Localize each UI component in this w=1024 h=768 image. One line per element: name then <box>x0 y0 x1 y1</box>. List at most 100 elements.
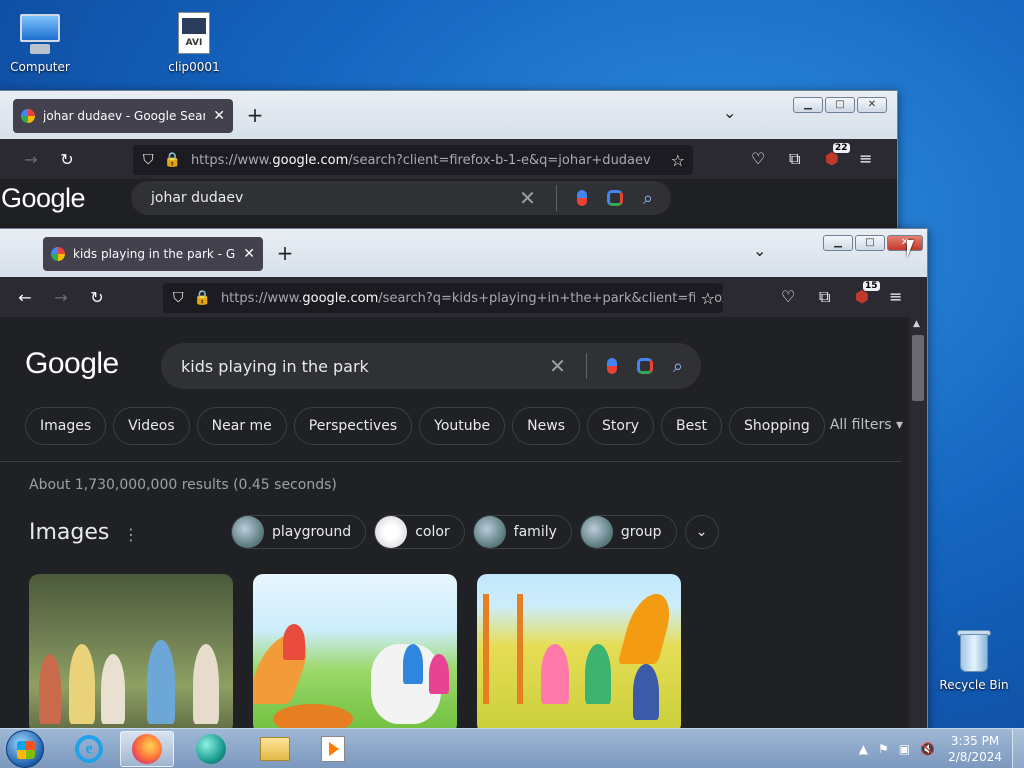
taskbar-media-player[interactable] <box>306 731 360 767</box>
tab-kids-playing[interactable]: kids playing in the park - Google Search… <box>43 237 263 271</box>
tab-johar-dudaev[interactable]: johar dudaev - Google Search ✕ <box>13 99 233 133</box>
chip-shopping[interactable]: Shopping <box>729 407 825 445</box>
bookmark-star-icon[interactable]: ☆ <box>671 151 685 170</box>
ublock-icon[interactable]: ⬢ 15 <box>855 281 880 306</box>
pocket-icon[interactable]: ♡ <box>781 287 795 306</box>
firefox-icon <box>132 734 162 764</box>
vertical-scrollbar[interactable]: ▲ <box>909 317 927 729</box>
taskbar-file-explorer[interactable] <box>248 731 302 767</box>
lock-icon[interactable]: 🔒 <box>194 290 211 306</box>
chip-thumbnail <box>473 516 506 548</box>
chip-thumbnail <box>375 516 408 548</box>
reload-button[interactable]: ↻ <box>79 288 115 307</box>
minimize-button[interactable]: ▁ <box>823 235 853 251</box>
system-tray: ▲ ⚑ ▣ 🔇 3:35 PM 2/8/2024 <box>854 729 1024 768</box>
title-bar[interactable]: kids playing in the park - Google Search… <box>0 229 927 277</box>
lens-search-icon[interactable] <box>606 190 623 206</box>
image-chip-group[interactable]: group <box>579 515 677 549</box>
image-result-photo[interactable] <box>29 574 233 729</box>
menu-icon[interactable]: ≡ <box>859 149 872 168</box>
volume-muted-icon[interactable]: 🔇 <box>920 742 935 756</box>
show-hidden-icons-icon[interactable]: ▲ <box>859 742 868 756</box>
maximize-button[interactable]: □ <box>855 235 885 251</box>
extensions-icon[interactable]: ⧉ <box>789 149 800 169</box>
chip-thumbnail <box>580 516 613 548</box>
internet-explorer-icon: e <box>75 735 103 763</box>
chip-images[interactable]: Images <box>25 407 107 445</box>
chip-news[interactable]: News <box>512 407 581 445</box>
search-input[interactable]: kids playing in the park ✕ ⌕ <box>161 343 701 389</box>
search-input[interactable]: johar dudaev ✕ ⌕ <box>131 181 671 215</box>
ublock-icon[interactable]: ⬢ 22 <box>825 143 850 168</box>
menu-icon[interactable]: ≡ <box>889 287 902 306</box>
new-tab-button[interactable]: + <box>243 103 267 127</box>
chip-thumbnail <box>232 516 264 548</box>
clear-search-icon[interactable]: ✕ <box>519 186 536 210</box>
tab-label: johar dudaev - Google Search <box>43 109 206 123</box>
action-center-flag-icon[interactable]: ⚑ <box>878 742 889 756</box>
image-chip-playground[interactable]: playground <box>231 515 367 549</box>
image-result-cartoon-slide[interactable] <box>253 574 457 729</box>
title-bar[interactable]: johar dudaev - Google Search ✕ + ⌄ ▁ □ ✕ <box>0 91 897 139</box>
chip-best[interactable]: Best <box>661 407 723 445</box>
all-filters-button[interactable]: All filters ▾ <box>830 417 903 433</box>
lock-icon[interactable]: 🔒 <box>164 152 181 168</box>
list-tabs-chevron-icon[interactable]: ⌄ <box>723 103 736 122</box>
image-chip-color[interactable]: color <box>374 515 465 549</box>
lens-search-icon[interactable] <box>636 358 653 374</box>
browser-window-front[interactable]: kids playing in the park - Google Search… <box>0 228 928 730</box>
desktop-icon-computer[interactable]: Computer <box>0 10 80 74</box>
images-heading: Images <box>29 520 110 545</box>
close-tab-icon[interactable]: ✕ <box>243 246 255 262</box>
bookmark-star-icon[interactable]: ☆ <box>694 288 715 308</box>
close-tab-icon[interactable]: ✕ <box>213 108 225 124</box>
image-chip-family[interactable]: family <box>472 515 572 549</box>
list-tabs-chevron-icon[interactable]: ⌄ <box>753 241 766 260</box>
pocket-icon[interactable]: ♡ <box>751 149 765 168</box>
minimize-button[interactable]: ▁ <box>793 97 823 113</box>
google-logo[interactable]: Google <box>1 183 86 214</box>
scrollbar-thumb[interactable] <box>912 335 924 401</box>
scroll-up-icon[interactable]: ▲ <box>913 319 920 329</box>
shield-icon[interactable]: ⛉ <box>173 290 184 306</box>
start-button[interactable] <box>6 730 44 768</box>
chip-near-me[interactable]: Near me <box>196 407 287 445</box>
voice-search-icon[interactable] <box>576 190 587 206</box>
back-button[interactable]: ← <box>7 288 43 307</box>
chip-story[interactable]: Story <box>587 407 654 445</box>
desktop-icon-recycle-bin[interactable]: Recycle Bin <box>934 628 1014 692</box>
extensions-icon[interactable]: ⧉ <box>819 287 830 307</box>
network-icon[interactable]: ▣ <box>899 742 910 756</box>
image-result-cartoon-swings[interactable] <box>477 574 681 729</box>
expand-chevron-icon[interactable]: ⌄ <box>684 515 719 549</box>
new-tab-button[interactable]: + <box>273 241 297 265</box>
search-icon[interactable]: ⌕ <box>643 188 653 209</box>
forward-button[interactable]: → <box>13 150 49 169</box>
google-favicon-icon <box>51 247 65 261</box>
clock[interactable]: 3:35 PM 2/8/2024 <box>948 733 1002 765</box>
forward-button[interactable]: → <box>43 288 79 307</box>
reload-button[interactable]: ↻ <box>49 150 85 169</box>
voice-search-icon[interactable] <box>606 358 617 374</box>
clock-date: 2/8/2024 <box>948 750 1002 764</box>
url-bar[interactable]: ⛉ 🔒 https://www. google.com/search?client… <box>133 145 693 175</box>
search-icon[interactable]: ⌕ <box>673 356 683 377</box>
taskbar-internet-explorer[interactable]: e <box>62 731 116 767</box>
clear-search-icon[interactable]: ✕ <box>549 354 566 378</box>
taskbar-firefox[interactable] <box>120 731 174 767</box>
maximize-button[interactable]: □ <box>825 97 855 113</box>
chip-youtube[interactable]: Youtube <box>419 407 506 445</box>
taskbar-globe-app[interactable] <box>184 731 238 767</box>
show-desktop-button[interactable] <box>1012 729 1024 768</box>
desktop-icon-clip0001[interactable]: AVI clip0001 <box>154 10 234 74</box>
nav-toolbar: ← → ↻ ⛉ 🔒 https://www. google.com/search?… <box>0 277 927 317</box>
close-window-button[interactable]: ✕ <box>857 97 887 113</box>
chip-perspectives[interactable]: Perspectives <box>293 407 413 445</box>
shield-icon[interactable]: ⛉ <box>143 152 154 168</box>
url-bar[interactable]: ⛉ 🔒 https://www. google.com/search?q=kids… <box>163 283 723 313</box>
desktop-icon-label: Computer <box>10 60 70 74</box>
more-options-icon[interactable]: ⋮ <box>123 525 139 544</box>
chip-videos[interactable]: Videos <box>113 407 190 445</box>
browser-window-back[interactable]: johar dudaev - Google Search ✕ + ⌄ ▁ □ ✕… <box>0 90 898 240</box>
google-logo[interactable]: Google <box>25 347 119 381</box>
